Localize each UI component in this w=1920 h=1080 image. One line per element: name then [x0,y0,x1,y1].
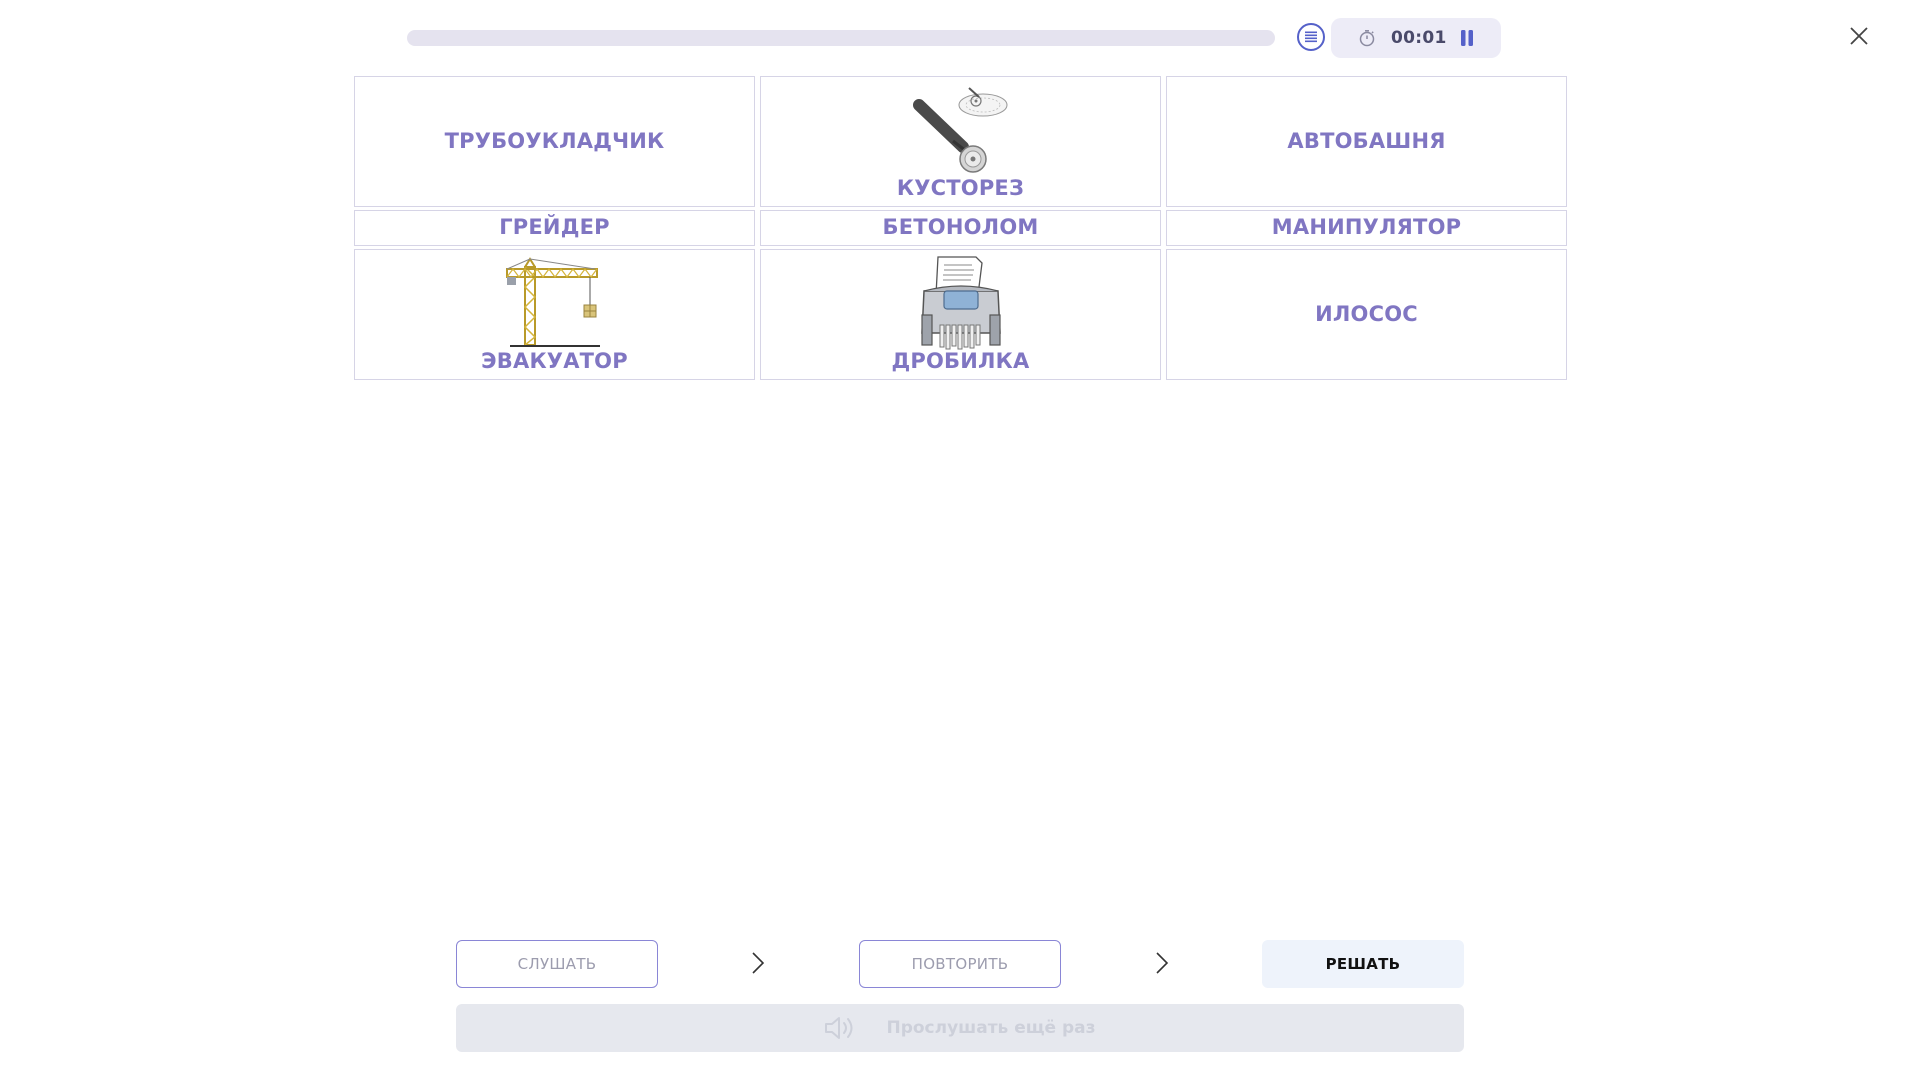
close-icon[interactable] [1848,25,1870,47]
solve-button-label: РЕШАТЬ [1325,955,1401,973]
answer-card[interactable]: КУСТОРЕЗ [760,76,1161,207]
timer-value: 00:01 [1391,28,1447,48]
card-label: ДРОБИЛКА [891,349,1030,373]
pizza-cutter-image [912,87,1007,173]
answer-card[interactable]: ЭВАКУАТОР [354,249,755,380]
list-button[interactable] [1297,23,1325,51]
stopwatch-icon [1359,30,1375,47]
solve-button[interactable]: РЕШАТЬ [1262,940,1464,988]
pause-icon[interactable] [1458,29,1476,47]
card-label: АВТОБАШНЯ [1287,129,1446,153]
listen-button-label: СЛУШАТЬ [517,955,597,973]
paper-shredder-image [920,256,1001,350]
answer-card[interactable]: ТРУБОУКЛАДЧИК [354,76,755,207]
card-label: КУСТОРЕЗ [896,176,1025,200]
chevron-right-icon [1156,952,1169,974]
answer-card[interactable]: ИЛОСОС [1166,249,1567,380]
card-label: МАНИПУЛЯТОР [1271,215,1462,239]
repeat-button[interactable]: ПОВТОРИТЬ [859,940,1061,988]
card-label: ИЛОСОС [1315,302,1418,326]
repeat-button-label: ПОВТОРИТЬ [911,955,1009,973]
card-label: ГРЕЙДЕР [499,215,610,239]
answer-card[interactable]: АВТОБАШНЯ [1166,76,1567,207]
chevron-right-icon [752,952,765,974]
timer: 00:01 [1331,18,1501,58]
card-label: ЭВАКУАТОР [481,349,628,373]
speaker-icon [825,1017,853,1039]
card-label: ТРУБОУКЛАДЧИК [444,129,665,153]
listen-again-label: Прослушать ещё раз [886,1018,1096,1038]
progress-bar [407,30,1275,46]
listen-again-button[interactable]: Прослушать ещё раз [456,1004,1464,1052]
answer-card[interactable]: МАНИПУЛЯТОР [1166,210,1567,246]
list-icon [1305,31,1317,43]
listen-button[interactable]: СЛУШАТЬ [456,940,658,988]
answer-card[interactable]: ДРОБИЛКА [760,249,1161,380]
card-label: БЕТОНОЛОМ [882,215,1039,239]
answer-card[interactable]: БЕТОНОЛОМ [760,210,1161,246]
answer-card[interactable]: ГРЕЙДЕР [354,210,755,246]
tower-crane-image [505,257,600,347]
